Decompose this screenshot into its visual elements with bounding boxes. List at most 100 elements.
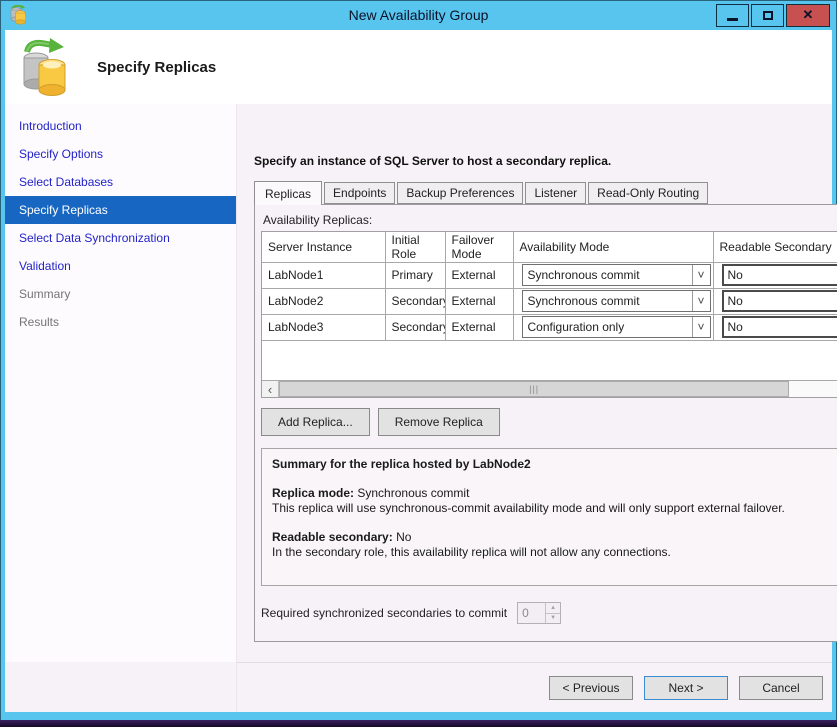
replicas-tab-panel: Availability Replicas: Server Instance I… (254, 204, 837, 642)
readable-secondary-dropdown[interactable]: No (722, 316, 837, 338)
dropdown-value: Configuration only (523, 320, 692, 334)
tab-replicas[interactable]: Replicas (254, 181, 322, 205)
cell-readable-secondary: No (713, 288, 837, 314)
replica-summary-panel: Summary for the replica hosted by LabNod… (261, 448, 837, 586)
close-icon (803, 7, 814, 23)
sidebar-item-specify-replicas[interactable]: Specify Replicas (5, 196, 236, 224)
readable-secondary-description: In the secondary role, this availability… (272, 545, 837, 560)
summary-title: Summary for the replica hosted by LabNod… (272, 457, 837, 472)
cell-readable-secondary: No (713, 262, 837, 288)
chevron-down-icon[interactable] (692, 265, 710, 285)
dropdown-value: Synchronous commit (523, 268, 692, 282)
sidebar-item-summary: Summary (5, 280, 236, 308)
availability-mode-dropdown[interactable]: Synchronous commit (522, 290, 711, 312)
cell-server-instance[interactable]: LabNode2 (262, 288, 385, 314)
cell-readable-secondary: No (713, 314, 837, 340)
horizontal-scrollbar[interactable] (262, 380, 837, 397)
wizard-body: Introduction Specify Options Select Data… (5, 104, 832, 662)
instruction-text: Specify an instance of SQL Server to hos… (254, 154, 837, 168)
availability-replicas-label: Availability Replicas: (263, 213, 837, 227)
wizard-footer: < Previous Next > Cancel (5, 662, 832, 712)
col-header-availability-mode[interactable]: Availability Mode (513, 232, 713, 262)
table-row[interactable]: LabNode3 Secondary External Configuratio… (262, 314, 837, 340)
remove-replica-button[interactable]: Remove Replica (378, 408, 500, 436)
maximize-icon (763, 11, 773, 20)
cell-availability-mode: Synchronous commit (513, 262, 713, 288)
replicas-grid-container: Server Instance Initial Role Failover Mo… (261, 231, 837, 398)
col-header-readable-secondary[interactable]: Readable Secondary (713, 232, 837, 262)
sidebar-item-select-databases[interactable]: Select Databases (5, 168, 236, 196)
replicas-table: Server Instance Initial Role Failover Mo… (262, 232, 837, 341)
main-content: Help Specify an instance of SQL Server t… (237, 104, 837, 662)
window-controls (716, 4, 832, 27)
tab-endpoints[interactable]: Endpoints (324, 182, 395, 204)
window: New Availability Group Specify Replicas (0, 0, 837, 727)
cell-availability-mode: Configuration only (513, 314, 713, 340)
replica-mode-value: Synchronous commit (357, 486, 469, 500)
scrollbar-track[interactable] (279, 381, 837, 397)
spinner-value: 0 (518, 603, 545, 623)
availability-mode-dropdown[interactable]: Synchronous commit (522, 264, 711, 286)
cell-failover-mode: External (445, 288, 513, 314)
cell-initial-role: Secondary (385, 288, 445, 314)
required-secondaries-row: Required synchronized secondaries to com… (261, 602, 837, 624)
spinner-arrows (545, 603, 560, 623)
footer-buttons: < Previous Next > Cancel (237, 662, 832, 712)
minimize-icon (727, 18, 738, 21)
sidebar-item-select-data-sync[interactable]: Select Data Synchronization (5, 224, 236, 252)
required-secondaries-spinner[interactable]: 0 (517, 602, 561, 624)
readable-secondary-dropdown[interactable]: No (722, 290, 837, 312)
footer-spacer (5, 662, 237, 712)
scrollbar-grip-icon (529, 384, 539, 394)
spinner-up-icon[interactable] (546, 603, 560, 614)
cell-server-instance[interactable]: LabNode3 (262, 314, 385, 340)
replica-mode-label: Replica mode: (272, 486, 354, 500)
dropdown-value: Synchronous commit (523, 294, 692, 308)
readable-secondary-dropdown[interactable]: No (722, 264, 837, 286)
col-header-server-instance[interactable]: Server Instance (262, 232, 385, 262)
replica-actions: Add Replica... Remove Replica (261, 408, 837, 436)
maximize-button[interactable] (751, 4, 784, 27)
desktop-edge-strip (0, 720, 837, 727)
table-row[interactable]: LabNode1 Primary External Synchronous co… (262, 262, 837, 288)
readable-secondary-value: No (396, 530, 411, 544)
tab-backup-preferences[interactable]: Backup Preferences (397, 182, 523, 204)
col-header-failover-mode[interactable]: Failover Mode (445, 232, 513, 262)
replica-mode-line: Replica mode: Synchronous commit (272, 486, 837, 501)
titlebar[interactable]: New Availability Group (5, 0, 832, 30)
cell-initial-role: Primary (385, 262, 445, 288)
required-secondaries-label: Required synchronized secondaries to com… (261, 606, 507, 620)
page-title: Specify Replicas (97, 59, 216, 76)
replica-mode-description: This replica will use synchronous-commit… (272, 501, 837, 516)
sidebar-item-introduction[interactable]: Introduction (5, 112, 236, 140)
tab-listener[interactable]: Listener (525, 182, 586, 204)
sidebar-item-specify-options[interactable]: Specify Options (5, 140, 236, 168)
help-row: Help (254, 112, 837, 130)
wizard-steps-sidebar: Introduction Specify Options Select Data… (5, 104, 237, 662)
replicas-database-icon (19, 38, 71, 96)
scrollbar-thumb[interactable] (279, 381, 789, 397)
scroll-left-arrow[interactable] (262, 381, 279, 397)
cancel-button[interactable]: Cancel (739, 676, 823, 700)
chevron-down-icon[interactable] (692, 317, 710, 337)
cell-initial-role: Secondary (385, 314, 445, 340)
add-replica-button[interactable]: Add Replica... (261, 408, 370, 436)
cell-availability-mode: Synchronous commit (513, 288, 713, 314)
next-button[interactable]: Next > (644, 676, 728, 700)
readable-secondary-label: Readable secondary: (272, 530, 393, 544)
previous-button[interactable]: < Previous (549, 676, 633, 700)
sidebar-item-results: Results (5, 308, 236, 336)
readable-secondary-line: Readable secondary: No (272, 530, 837, 545)
availability-mode-dropdown[interactable]: Configuration only (522, 316, 711, 338)
tab-strip: Replicas Endpoints Backup Preferences Li… (254, 181, 837, 204)
chevron-down-icon[interactable] (692, 291, 710, 311)
table-row[interactable]: LabNode2 Secondary External Synchronous … (262, 288, 837, 314)
minimize-button[interactable] (716, 4, 749, 27)
sidebar-item-validation[interactable]: Validation (5, 252, 236, 280)
tab-read-only-routing[interactable]: Read-Only Routing (588, 182, 708, 204)
spinner-down-icon[interactable] (546, 614, 560, 624)
col-header-initial-role[interactable]: Initial Role (385, 232, 445, 262)
cell-server-instance[interactable]: LabNode1 (262, 262, 385, 288)
table-header-row: Server Instance Initial Role Failover Mo… (262, 232, 837, 262)
close-button[interactable] (786, 4, 830, 27)
